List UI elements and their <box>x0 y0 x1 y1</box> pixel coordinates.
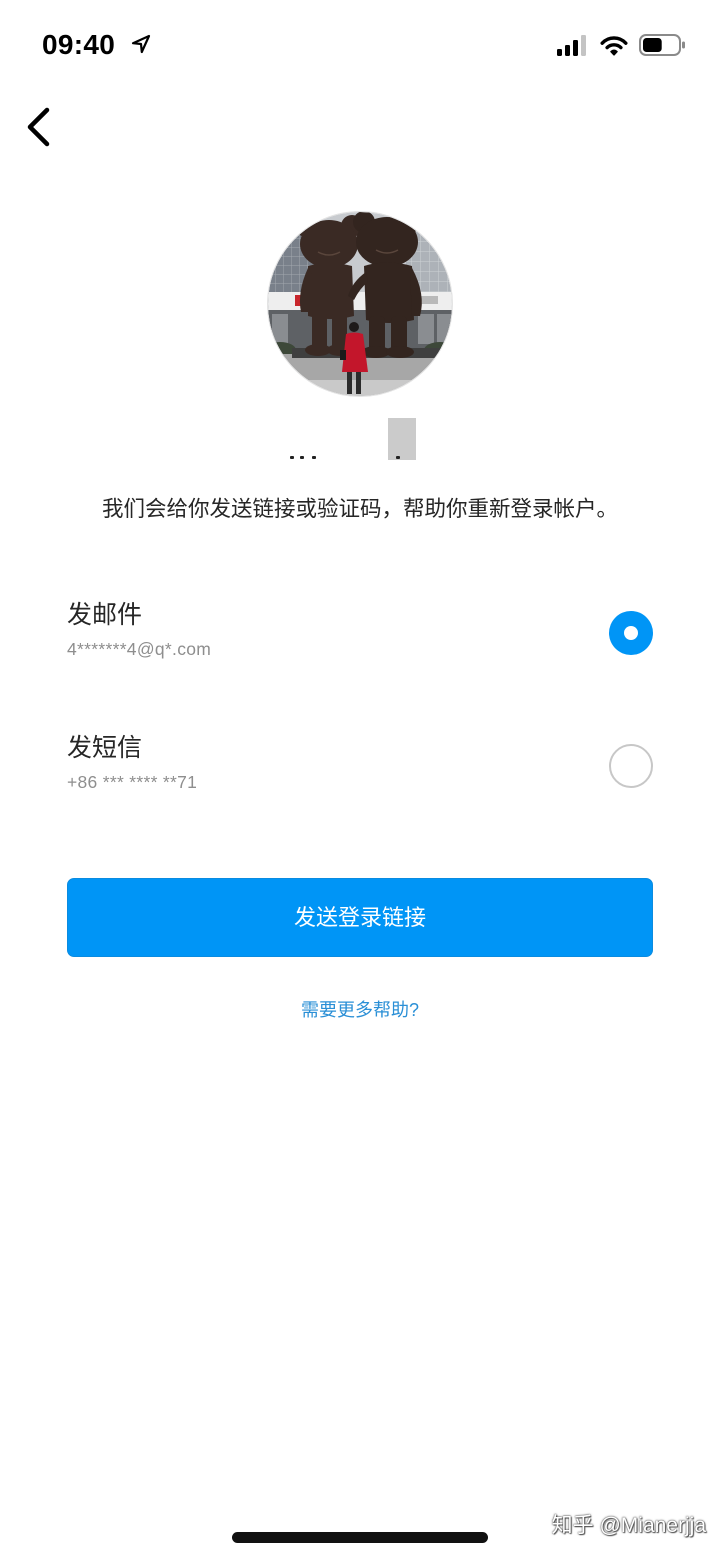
status-time: 09:40 <box>42 29 116 60</box>
option-email[interactable]: 发邮件 4*******4@q*.com <box>0 590 720 690</box>
screen: 09:40 我们会给你发送链接或验证码，帮助你重新登录帐户。 发邮件 4****… <box>0 0 720 1558</box>
radio-button[interactable] <box>609 611 653 655</box>
avatar <box>268 212 452 396</box>
option-detail: +86 *** **** **71 <box>67 772 198 792</box>
redaction-fragment <box>290 456 294 459</box>
redaction-fragment <box>312 456 316 459</box>
option-label: 发短信 <box>67 734 143 762</box>
watermark: 知乎 @Mianerjja <box>551 1514 706 1537</box>
cellular-signal-icon <box>557 35 586 56</box>
username-redacted <box>284 416 424 462</box>
send-login-link-button[interactable]: 发送登录链接 <box>67 878 653 957</box>
battery-icon <box>639 34 685 56</box>
option-label: 发邮件 <box>67 601 143 629</box>
chevron-left-icon <box>27 107 50 147</box>
wifi-icon <box>600 36 628 56</box>
option-detail: 4*******4@q*.com <box>67 639 212 659</box>
profile-photo <box>268 212 452 396</box>
location-arrow-icon <box>131 34 151 54</box>
radio-button[interactable] <box>609 744 653 788</box>
status-bar: 09:40 <box>0 0 720 88</box>
recovery-description: 我们会给你发送链接或验证码，帮助你重新登录帐户。 <box>101 497 618 521</box>
home-indicator[interactable] <box>232 1532 488 1543</box>
need-more-help-link[interactable]: 需要更多帮助? <box>0 996 720 1024</box>
back-button[interactable] <box>24 106 60 148</box>
redaction-fragment <box>396 456 400 459</box>
option-sms[interactable]: 发短信 +86 *** **** **71 <box>0 723 720 823</box>
redaction-block <box>388 418 416 460</box>
redaction-fragment <box>300 456 304 459</box>
